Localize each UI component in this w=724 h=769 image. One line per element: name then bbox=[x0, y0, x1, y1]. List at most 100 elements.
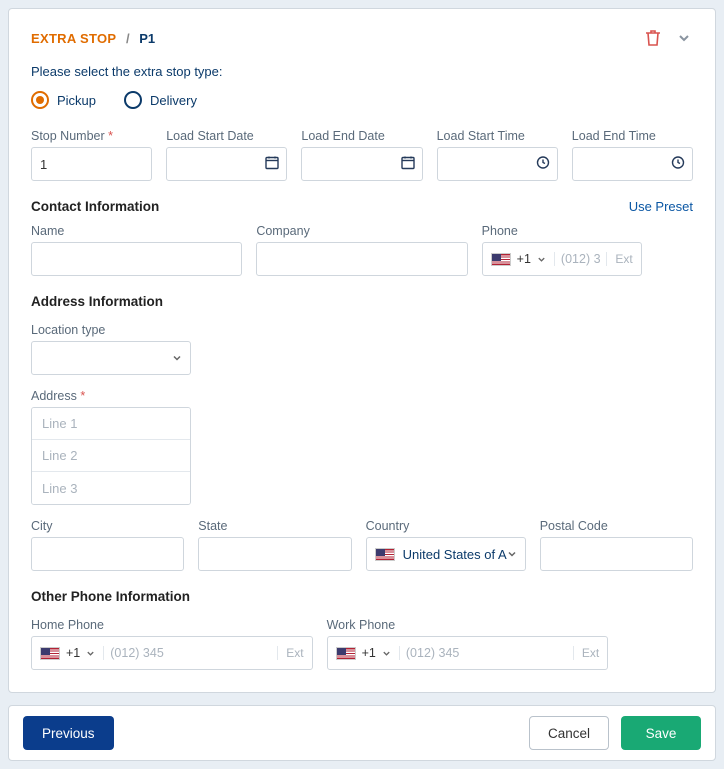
flag-us-icon bbox=[491, 253, 511, 266]
address-line3-input[interactable] bbox=[32, 472, 190, 504]
field-load-end-time: Load End Time bbox=[572, 129, 693, 181]
phone-input-group: +1 Ext bbox=[482, 242, 642, 276]
flag-us-icon bbox=[375, 548, 395, 561]
breadcrumb-page: P1 bbox=[139, 31, 155, 46]
field-address: Address bbox=[31, 389, 693, 505]
work-phone-cc: +1 bbox=[362, 646, 376, 660]
state-input[interactable] bbox=[198, 537, 351, 571]
load-start-date-input[interactable] bbox=[166, 147, 287, 181]
chevron-down-icon bbox=[507, 549, 517, 559]
load-start-date-label: Load Start Date bbox=[166, 129, 287, 143]
use-preset-link[interactable]: Use Preset bbox=[629, 199, 693, 214]
location-type-select[interactable] bbox=[31, 341, 191, 375]
field-country: Country United States of A bbox=[366, 519, 526, 571]
contact-row: Name Company Phone +1 Ext bbox=[31, 224, 693, 276]
name-input[interactable] bbox=[31, 242, 242, 276]
phone-cc-text: +1 bbox=[517, 252, 531, 266]
chevron-down-icon bbox=[86, 649, 95, 658]
load-end-date-label: Load End Date bbox=[301, 129, 422, 143]
load-start-time-input[interactable] bbox=[437, 147, 558, 181]
field-stop-number: Stop Number bbox=[31, 129, 152, 181]
footer-bar: Previous Cancel Save bbox=[8, 705, 716, 761]
work-phone-ext: Ext bbox=[573, 646, 607, 660]
trash-icon bbox=[645, 29, 661, 47]
load-end-time-input[interactable] bbox=[572, 147, 693, 181]
load-end-time-label: Load End Time bbox=[572, 129, 693, 143]
address-section-title: Address Information bbox=[31, 294, 693, 309]
delete-button[interactable] bbox=[643, 27, 663, 49]
radio-pickup-label: Pickup bbox=[57, 93, 96, 108]
card-header: EXTRA STOP / P1 bbox=[31, 27, 693, 49]
cancel-button[interactable]: Cancel bbox=[529, 716, 609, 750]
postal-input[interactable] bbox=[540, 537, 693, 571]
name-label: Name bbox=[31, 224, 242, 238]
phone-ext-label: Ext bbox=[606, 252, 640, 266]
field-name: Name bbox=[31, 224, 242, 276]
home-phone-country-selector[interactable]: +1 bbox=[32, 646, 104, 660]
radio-circle-icon bbox=[124, 91, 142, 109]
field-work-phone: Work Phone +1 Ext bbox=[327, 618, 609, 670]
contact-section-header: Contact Information Use Preset bbox=[31, 199, 693, 214]
field-company: Company bbox=[256, 224, 467, 276]
save-button[interactable]: Save bbox=[621, 716, 701, 750]
field-city: City bbox=[31, 519, 184, 571]
home-phone-cc: +1 bbox=[66, 646, 80, 660]
schedule-row: Stop Number Load Start Date Load End Dat… bbox=[31, 129, 693, 181]
field-load-start-time: Load Start Time bbox=[437, 129, 558, 181]
address-line2-input[interactable] bbox=[32, 440, 190, 472]
state-label: State bbox=[198, 519, 351, 533]
address-row2: City State Country United States of A Po… bbox=[31, 519, 693, 571]
radio-delivery-label: Delivery bbox=[150, 93, 197, 108]
chevron-down-icon bbox=[537, 255, 546, 264]
work-phone-country-selector[interactable]: +1 bbox=[328, 646, 400, 660]
location-type-label: Location type bbox=[31, 323, 693, 337]
flag-us-icon bbox=[336, 647, 356, 660]
home-phone-input[interactable] bbox=[104, 646, 277, 660]
field-location-type: Location type bbox=[31, 323, 693, 375]
home-phone-ext: Ext bbox=[277, 646, 311, 660]
work-phone-label: Work Phone bbox=[327, 618, 609, 632]
stop-type-prompt: Please select the extra stop type: bbox=[31, 63, 231, 81]
header-actions bbox=[643, 27, 693, 49]
work-phone-group: +1 Ext bbox=[327, 636, 609, 670]
country-select[interactable]: United States of A bbox=[366, 537, 526, 571]
field-state: State bbox=[198, 519, 351, 571]
work-phone-input[interactable] bbox=[400, 646, 573, 660]
phone-country-selector[interactable]: +1 bbox=[483, 252, 555, 266]
breadcrumb-sep: / bbox=[126, 31, 130, 46]
previous-button[interactable]: Previous bbox=[23, 716, 114, 750]
contact-section-title: Contact Information bbox=[31, 199, 159, 214]
load-end-date-input[interactable] bbox=[301, 147, 422, 181]
radio-delivery[interactable]: Delivery bbox=[124, 91, 197, 109]
phone-label: Phone bbox=[482, 224, 693, 238]
load-start-time-label: Load Start Time bbox=[437, 129, 558, 143]
field-postal: Postal Code bbox=[540, 519, 693, 571]
footer-right-group: Cancel Save bbox=[529, 716, 701, 750]
address-lines-group bbox=[31, 407, 191, 505]
collapse-button[interactable] bbox=[675, 29, 693, 47]
breadcrumb: EXTRA STOP / P1 bbox=[31, 31, 155, 46]
field-load-start-date: Load Start Date bbox=[166, 129, 287, 181]
city-label: City bbox=[31, 519, 184, 533]
phone-number-input[interactable] bbox=[555, 252, 606, 266]
country-value: United States of A bbox=[403, 547, 507, 562]
other-phone-row: Home Phone +1 Ext Work Phone +1 bbox=[31, 618, 693, 670]
stop-type-radio-group: Pickup Delivery bbox=[31, 91, 693, 109]
address-label: Address bbox=[31, 389, 693, 403]
address-line1-input[interactable] bbox=[32, 408, 190, 440]
company-input[interactable] bbox=[256, 242, 467, 276]
breadcrumb-main: EXTRA STOP bbox=[31, 31, 116, 46]
country-label: Country bbox=[366, 519, 526, 533]
postal-label: Postal Code bbox=[540, 519, 693, 533]
other-phone-section-title: Other Phone Information bbox=[31, 589, 693, 604]
flag-us-icon bbox=[40, 647, 60, 660]
city-input[interactable] bbox=[31, 537, 184, 571]
extra-stop-card: EXTRA STOP / P1 Please select the extra … bbox=[8, 8, 716, 693]
chevron-down-icon bbox=[677, 31, 691, 45]
radio-pickup[interactable]: Pickup bbox=[31, 91, 96, 109]
radio-circle-icon bbox=[31, 91, 49, 109]
stop-number-input[interactable] bbox=[31, 147, 152, 181]
field-phone: Phone +1 Ext bbox=[482, 224, 693, 276]
chevron-down-icon bbox=[382, 649, 391, 658]
field-load-end-date: Load End Date bbox=[301, 129, 422, 181]
